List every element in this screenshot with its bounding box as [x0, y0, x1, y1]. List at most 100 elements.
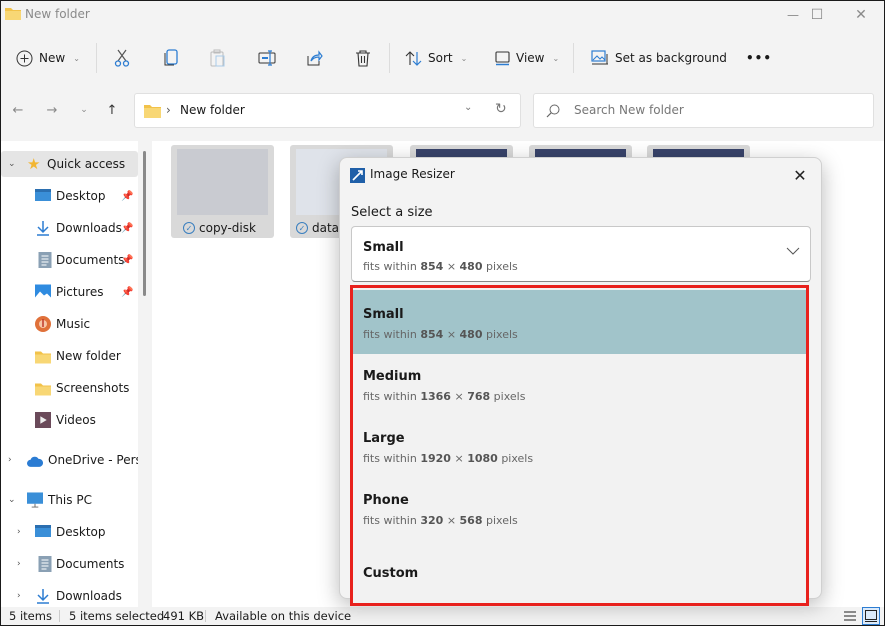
- sidebar-scrollbar[interactable]: [143, 151, 146, 296]
- sidebar-item-desktop[interactable]: Desktop 📌: [1, 183, 138, 209]
- search-box[interactable]: Search New folder: [533, 93, 874, 128]
- back-button[interactable]: ←: [7, 99, 29, 121]
- sidebar-item-pc-desktop[interactable]: › Desktop: [1, 519, 138, 545]
- set-as-background-button[interactable]: Set as background: [591, 45, 727, 71]
- details-view-button[interactable]: [841, 607, 859, 625]
- trash-icon: [356, 50, 370, 67]
- rename-button[interactable]: [258, 45, 276, 71]
- sidebar-item-screenshots[interactable]: Screenshots: [1, 375, 138, 401]
- cloud-icon: [27, 456, 43, 467]
- option-description: fits within 320 × 568 pixels: [363, 514, 518, 527]
- sidebar-item-label: Music: [56, 317, 91, 331]
- dialog-title: Image Resizer: [370, 167, 455, 181]
- selected-size: 491 KB: [163, 609, 205, 623]
- chevron-down-icon: ⌄: [8, 495, 16, 505]
- size-option-small[interactable]: Small fits within 854 × 480 pixels: [353, 290, 806, 354]
- view-label: View: [516, 51, 545, 65]
- sidebar-item-label: Documents: [56, 557, 125, 571]
- arrow-up-icon: ↑: [106, 102, 118, 118]
- status-bar: 5 items 5 items selected 491 KB Availabl…: [1, 607, 884, 625]
- new-button[interactable]: New ⌄: [16, 45, 80, 71]
- list-icon: [844, 611, 856, 621]
- sidebar-item-label: Documents: [56, 253, 125, 267]
- forward-button[interactable]: →: [41, 99, 63, 121]
- navigation-pane: ⌄ ★ Quick access Desktop 📌 Downloads 📌 D…: [1, 141, 138, 607]
- window-title: New folder: [25, 7, 90, 21]
- view-icon: [495, 50, 510, 65]
- sidebar-item-onedrive[interactable]: › OneDrive - Perso: [1, 447, 138, 473]
- delete-button[interactable]: [355, 45, 371, 71]
- sidebar-item-label: Pictures: [56, 285, 104, 299]
- sidebar-item-quick-access[interactable]: ⌄ ★ Quick access: [1, 151, 138, 177]
- size-option-medium[interactable]: Medium fits within 1366 × 768 pixels: [353, 354, 806, 418]
- file-thumbnail: [177, 149, 268, 215]
- selected-size-name: Small: [363, 240, 404, 255]
- up-button[interactable]: ↑: [101, 99, 123, 121]
- option-name: Small: [363, 307, 404, 322]
- sidebar-item-label: Desktop: [56, 525, 106, 539]
- address-bar[interactable]: › New folder ⌄ ↻: [134, 93, 521, 128]
- size-option-large[interactable]: Large fits within 1920 × 1080 pixels: [353, 416, 806, 480]
- dialog-close-button[interactable]: ✕: [788, 164, 812, 186]
- sidebar-item-this-pc[interactable]: ⌄ This PC: [1, 487, 138, 513]
- close-icon: ✕: [793, 165, 807, 185]
- more-options-button[interactable]: •••: [746, 45, 772, 71]
- plus-circle-icon: [16, 50, 33, 66]
- search-input[interactable]: Search New folder: [574, 103, 684, 117]
- copy-button[interactable]: [163, 45, 179, 71]
- divider: [573, 43, 574, 73]
- pin-icon: 📌: [121, 222, 134, 234]
- chevron-down-icon: ⌄: [80, 105, 88, 115]
- sort-button[interactable]: Sort ⌄: [405, 45, 467, 71]
- chevron-down-icon: ⌄: [552, 53, 560, 63]
- sidebar-item-pictures[interactable]: Pictures 📌: [1, 279, 138, 305]
- breadcrumb-separator-icon: ›: [166, 103, 171, 117]
- view-button[interactable]: View ⌄: [495, 45, 559, 71]
- sidebar-item-downloads[interactable]: Downloads 📌: [1, 215, 138, 241]
- rename-icon: [258, 50, 276, 66]
- sidebar-item-videos[interactable]: Videos: [1, 407, 138, 433]
- sidebar-item-new-folder[interactable]: New folder: [1, 343, 138, 369]
- recent-locations-button[interactable]: ⌄: [73, 99, 95, 121]
- selected-size-description: fits within 854 × 480 pixels: [363, 260, 518, 273]
- download-icon: [37, 589, 49, 604]
- cut-button[interactable]: [114, 45, 130, 71]
- arrow-right-icon: →: [46, 102, 58, 118]
- star-icon: ★: [27, 155, 41, 173]
- paste-button[interactable]: [210, 45, 226, 71]
- check-circle-icon: ✓: [296, 222, 308, 234]
- refresh-icon[interactable]: ↻: [495, 101, 507, 117]
- address-history-chevron-icon[interactable]: ⌄: [464, 102, 472, 113]
- divider: [96, 43, 97, 73]
- desktop-icon: [35, 189, 51, 201]
- size-options-list: Small fits within 854 × 480 pixels Mediu…: [350, 285, 809, 606]
- videos-icon: [35, 412, 51, 428]
- tiles-view-button[interactable]: [862, 607, 880, 625]
- file-item[interactable]: ✓ copy-disk: [171, 145, 274, 238]
- size-option-phone[interactable]: Phone fits within 320 × 568 pixels: [353, 478, 806, 542]
- divider: [59, 610, 60, 622]
- chevron-down-icon: ⌄: [460, 53, 468, 63]
- sidebar-item-documents[interactable]: Documents 📌: [1, 247, 138, 273]
- chevron-down-icon: [786, 247, 800, 255]
- size-select[interactable]: Small fits within 854 × 480 pixels: [351, 226, 811, 282]
- divider: [389, 43, 390, 73]
- share-icon: [307, 49, 323, 65]
- copy-icon: [164, 49, 178, 66]
- chevron-down-icon: ⌄: [73, 53, 80, 63]
- sidebar-item-music[interactable]: Music: [1, 311, 138, 337]
- pin-icon: 📌: [121, 190, 134, 202]
- pin-icon: 📌: [121, 254, 134, 266]
- sidebar-item-pc-documents[interactable]: › Documents: [1, 551, 138, 577]
- maximize-button[interactable]: ☐: [794, 1, 840, 29]
- sidebar-item-pc-downloads[interactable]: › Downloads: [1, 583, 138, 607]
- availability-status: Available on this device: [215, 609, 352, 623]
- close-window-button[interactable]: ✕: [838, 1, 884, 29]
- computer-icon: [27, 492, 43, 508]
- sidebar-item-label: Downloads: [56, 589, 122, 603]
- size-option-custom[interactable]: Custom: [353, 542, 806, 606]
- option-name: Phone: [363, 493, 409, 508]
- option-description: fits within 854 × 480 pixels: [363, 328, 518, 341]
- share-button[interactable]: [306, 45, 323, 71]
- breadcrumb-new-folder[interactable]: New folder: [180, 103, 245, 117]
